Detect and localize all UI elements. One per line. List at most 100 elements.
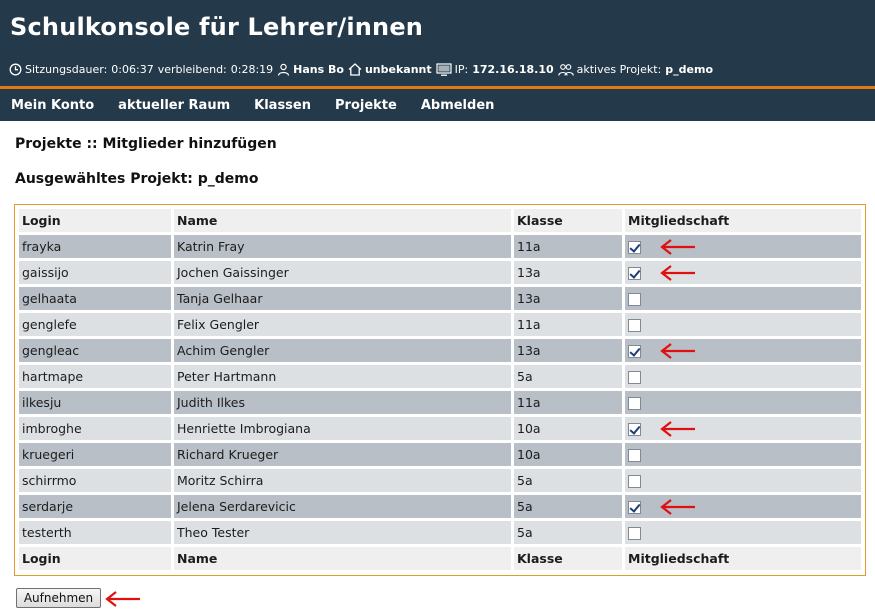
cell-name: Richard Krueger xyxy=(174,443,511,466)
nav-klassen[interactable]: Klassen xyxy=(254,98,311,113)
cell-name: Moritz Schirra xyxy=(174,469,511,492)
table-row: ilkesju Judith Ilkes 11a xyxy=(19,391,861,414)
membership-checkbox[interactable] xyxy=(628,449,641,462)
remaining-value: 0:28:19 xyxy=(230,63,274,76)
table-header-row: Login Name Klasse Mitgliedschaft xyxy=(19,209,861,232)
user-icon xyxy=(277,63,290,76)
annotation-arrow-icon xyxy=(105,591,140,607)
column-header-name: Name xyxy=(174,209,511,232)
membership-checkbox[interactable] xyxy=(628,293,641,306)
membership-checkbox[interactable] xyxy=(628,241,641,254)
table-row: frayka Katrin Fray 11a xyxy=(19,235,861,258)
table-row: hartmape Peter Hartmann 5a xyxy=(19,365,861,388)
membership-checkbox[interactable] xyxy=(628,501,641,514)
cell-login: imbroghe xyxy=(19,417,171,440)
table-row: genglefe Felix Gengler 11a xyxy=(19,313,861,336)
cell-klasse: 10a xyxy=(514,417,622,440)
clock-icon xyxy=(9,63,22,76)
cell-name: Jelena Serdarevicic xyxy=(174,495,511,518)
aufnehmen-button[interactable]: Aufnehmen xyxy=(16,588,101,608)
column-header-klasse: Klasse xyxy=(514,209,622,232)
session-label: Sitzungsdauer: xyxy=(25,63,108,76)
membership-checkbox[interactable] xyxy=(628,475,641,488)
project-label: aktives Projekt: xyxy=(576,63,662,76)
footer-header-mitgliedschaft: Mitgliedschaft xyxy=(625,547,861,570)
table-row: imbroghe Henriette Imbrogiana 10a xyxy=(19,417,861,440)
monitor-icon xyxy=(436,63,452,76)
cell-klasse: 11a xyxy=(514,235,622,258)
cell-mitgliedschaft xyxy=(625,391,861,414)
membership-checkbox[interactable] xyxy=(628,527,641,540)
selected-project-heading: Ausgewähltes Projekt: p_demo xyxy=(15,171,259,187)
cell-login: gengleac xyxy=(19,339,171,362)
membership-checkbox[interactable] xyxy=(628,267,641,280)
membership-checkbox[interactable] xyxy=(628,397,641,410)
ip-label: IP: xyxy=(454,63,469,76)
membership-checkbox[interactable] xyxy=(628,423,641,436)
cell-login: frayka xyxy=(19,235,171,258)
footer-header-klasse: Klasse xyxy=(514,547,622,570)
membership-checkbox[interactable] xyxy=(628,371,641,384)
table-row: serdarje Jelena Serdarevicic 5a xyxy=(19,495,861,518)
cell-name: Felix Gengler xyxy=(174,313,511,336)
table-row: kruegeri Richard Krueger 10a xyxy=(19,443,861,466)
cell-name: Tanja Gelhaar xyxy=(174,287,511,310)
cell-login: testerth xyxy=(19,521,171,544)
cell-klasse: 5a xyxy=(514,365,622,388)
cell-login: schirrmo xyxy=(19,469,171,492)
active-project: p_demo xyxy=(665,63,714,76)
table-row: gengleac Achim Gengler 13a xyxy=(19,339,861,362)
cell-mitgliedschaft xyxy=(625,365,861,388)
cell-login: gelhaata xyxy=(19,287,171,310)
home-icon xyxy=(348,63,362,76)
column-header-mitgliedschaft: Mitgliedschaft xyxy=(625,209,861,232)
cell-klasse: 10a xyxy=(514,443,622,466)
nav-abmelden[interactable]: Abmelden xyxy=(421,98,495,113)
user-name: Hans Bo xyxy=(293,63,344,76)
cell-login: ilkesju xyxy=(19,391,171,414)
ip-value: 172.16.18.10 xyxy=(472,63,554,76)
annotation-arrow-icon xyxy=(660,265,695,281)
cell-mitgliedschaft xyxy=(625,521,861,544)
cell-login: gaissijo xyxy=(19,261,171,284)
column-header-login: Login xyxy=(19,209,171,232)
cell-klasse: 5a xyxy=(514,469,622,492)
membership-checkbox[interactable] xyxy=(628,319,641,332)
cell-login: hartmape xyxy=(19,365,171,388)
cell-klasse: 5a xyxy=(514,495,622,518)
table-row: testerth Theo Tester 5a xyxy=(19,521,861,544)
cell-klasse: 5a xyxy=(514,521,622,544)
cell-mitgliedschaft xyxy=(625,443,861,466)
cell-klasse: 13a xyxy=(514,287,622,310)
cell-klasse: 13a xyxy=(514,339,622,362)
cell-name: Jochen Gaissinger xyxy=(174,261,511,284)
footer-header-login: Login xyxy=(19,547,171,570)
annotation-arrow-icon xyxy=(660,499,695,515)
members-table: Login Name Klasse Mitgliedschaft frayka K… xyxy=(16,206,864,573)
room-name: unbekannt xyxy=(364,63,432,76)
cell-login: kruegeri xyxy=(19,443,171,466)
table-row: gelhaata Tanja Gelhaar 13a xyxy=(19,287,861,310)
cell-klasse: 11a xyxy=(514,391,622,414)
table-footer-row: Login Name Klasse Mitgliedschaft xyxy=(19,547,861,570)
nav-aktueller-raum[interactable]: aktueller Raum xyxy=(118,98,230,113)
cell-name: Katrin Fray xyxy=(174,235,511,258)
cell-name: Judith Ilkes xyxy=(174,391,511,414)
annotation-arrow-icon xyxy=(660,239,695,255)
remaining-label: verbleibend: xyxy=(157,63,227,76)
nav-projekte[interactable]: Projekte xyxy=(335,98,397,113)
cell-name: Henriette Imbrogiana xyxy=(174,417,511,440)
membership-checkbox[interactable] xyxy=(628,345,641,358)
annotation-arrow-icon xyxy=(660,343,695,359)
annotation-arrow-icon xyxy=(660,421,695,437)
table-row: gaissijo Jochen Gaissinger 13a xyxy=(19,261,861,284)
cell-klasse: 13a xyxy=(514,261,622,284)
members-table-frame: Login Name Klasse Mitgliedschaft frayka K… xyxy=(14,204,866,576)
cell-klasse: 11a xyxy=(514,313,622,336)
main-nav: Mein Konto aktueller Raum Klassen Projek… xyxy=(0,89,875,121)
footer-header-name: Name xyxy=(174,547,511,570)
cell-name: Theo Tester xyxy=(174,521,511,544)
cell-mitgliedschaft xyxy=(625,313,861,336)
nav-mein-konto[interactable]: Mein Konto xyxy=(11,98,94,113)
table-body: frayka Katrin Fray 11a gaissijo Jochen Gaiss… xyxy=(19,235,861,544)
